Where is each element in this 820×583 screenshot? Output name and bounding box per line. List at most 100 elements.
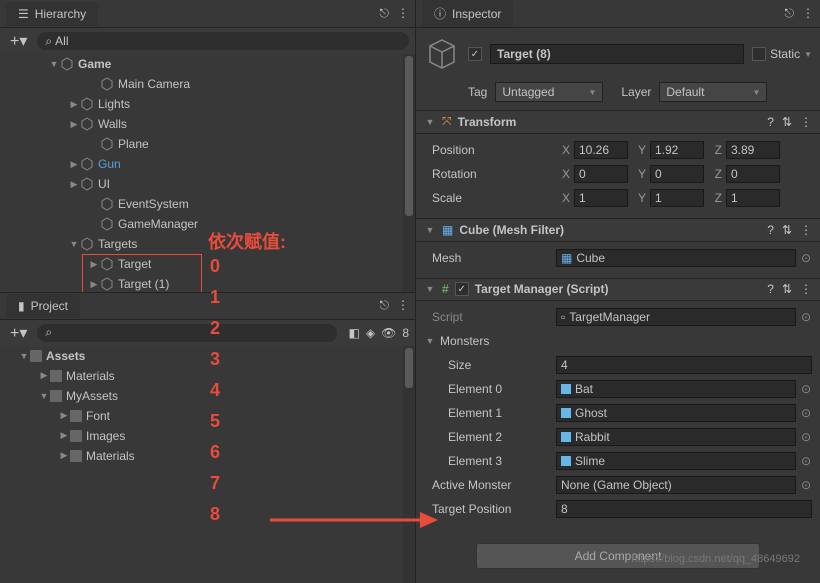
rotation-x-field[interactable]: 0	[574, 165, 628, 183]
object-picker-icon[interactable]: ⊙	[800, 310, 812, 324]
scale-x-field[interactable]: 1	[574, 189, 628, 207]
script-header[interactable]: ▼ # ✓ Target Manager (Script) ?⇅⋮	[416, 278, 820, 302]
hierarchy-item[interactable]: Plane	[0, 134, 415, 154]
foldout-icon[interactable]: ▶	[68, 99, 80, 110]
hierarchy-item[interactable]: GameManager	[0, 214, 415, 234]
tag-dropdown[interactable]: Untagged▼	[495, 82, 603, 102]
foldout-icon[interactable]: ▶	[58, 430, 70, 441]
preset-icon[interactable]: ⇅	[782, 282, 792, 296]
foldout-icon[interactable]: ▼	[68, 239, 80, 249]
project-tab[interactable]: ▮ Project	[6, 294, 80, 318]
hierarchy-item[interactable]: ▶UI	[0, 174, 415, 194]
hierarchy-item[interactable]: ▶Walls	[0, 114, 415, 134]
foldout-icon[interactable]: ▼	[424, 225, 436, 235]
object-picker-icon[interactable]: ⊙	[800, 454, 812, 468]
element-field[interactable]: Bat	[556, 380, 796, 398]
foldout-icon[interactable]: ▼	[18, 351, 30, 361]
rotation-y-field[interactable]: 0	[650, 165, 704, 183]
rotation-z-field[interactable]: 0	[726, 165, 780, 183]
menu-icon[interactable]: ⋮	[800, 282, 812, 296]
foldout-icon[interactable]: ▼	[48, 59, 60, 69]
foldout-icon[interactable]: ▶	[88, 279, 100, 290]
lock-icon[interactable]: ⎋	[785, 6, 795, 21]
object-picker-icon[interactable]: ⊙	[800, 406, 812, 420]
element-field[interactable]: Slime	[556, 452, 796, 470]
static-checkbox[interactable]	[752, 47, 766, 61]
position-y-field[interactable]: 1.92	[650, 141, 704, 159]
item-label: Gun	[98, 157, 121, 171]
item-label: Materials	[66, 369, 115, 383]
hierarchy-item[interactable]: ▶ Gun	[0, 154, 415, 174]
foldout-icon[interactable]: ▼	[424, 117, 436, 127]
project-item[interactable]: ▶Images	[0, 426, 415, 446]
project-title: Project	[31, 299, 68, 313]
foldout-icon[interactable]: ▶	[68, 119, 80, 130]
hierarchy-item[interactable]: ▼Game	[0, 54, 415, 74]
hierarchy-item[interactable]: ▶Target	[0, 254, 415, 274]
project-item[interactable]: ▼MyAssets	[0, 386, 415, 406]
foldout-icon[interactable]: ▼	[424, 284, 436, 294]
menu-icon[interactable]: ⋮	[397, 6, 409, 21]
active-checkbox[interactable]: ✓	[468, 47, 482, 61]
mesh-field[interactable]: ▦Cube	[556, 249, 796, 267]
help-icon[interactable]: ?	[767, 115, 774, 129]
foldout-icon[interactable]: ▶	[88, 259, 100, 270]
script-icon: #	[442, 282, 449, 296]
foldout-icon[interactable]: ▶	[58, 450, 70, 461]
filter-type-icon[interactable]: ◧	[349, 326, 360, 340]
target-position-field[interactable]: 8	[556, 500, 812, 518]
hierarchy-item[interactable]: ▶Target (1)	[0, 274, 415, 292]
foldout-icon[interactable]: ▼	[38, 391, 50, 401]
foldout-icon[interactable]: ▶	[68, 159, 80, 170]
lock-icon[interactable]: ⎋	[380, 6, 390, 21]
layer-dropdown[interactable]: Default▼	[659, 82, 767, 102]
lock-icon[interactable]: ⎋	[380, 298, 390, 313]
position-x-field[interactable]: 10.26	[574, 141, 628, 159]
help-icon[interactable]: ?	[767, 223, 774, 237]
size-field[interactable]: 4	[556, 356, 812, 374]
object-picker-icon[interactable]: ⊙	[800, 430, 812, 444]
hierarchy-item[interactable]: ▶Lights	[0, 94, 415, 114]
menu-icon[interactable]: ⋮	[397, 298, 409, 313]
create-button[interactable]: +▾	[6, 31, 31, 51]
menu-icon[interactable]: ⋮	[802, 6, 814, 21]
project-item[interactable]: ▶Font	[0, 406, 415, 426]
hierarchy-item[interactable]: EventSystem	[0, 194, 415, 214]
menu-icon[interactable]: ⋮	[800, 115, 812, 129]
scale-y-field[interactable]: 1	[650, 189, 704, 207]
scriptref-field: ▫TargetManager	[556, 308, 796, 326]
menu-icon[interactable]: ⋮	[800, 223, 812, 237]
element-field[interactable]: Rabbit	[556, 428, 796, 446]
filter-label-icon[interactable]: ◈	[366, 326, 375, 340]
element-field[interactable]: Ghost	[556, 404, 796, 422]
scale-z-field[interactable]: 1	[726, 189, 780, 207]
hidden-icon[interactable]: 👁	[381, 326, 396, 340]
preset-icon[interactable]: ⇅	[782, 115, 792, 129]
project-item[interactable]: ▶ Materials	[0, 366, 415, 386]
hierarchy-item[interactable]: Main Camera	[0, 74, 415, 94]
foldout-icon[interactable]: ▶	[38, 370, 50, 381]
object-picker-icon[interactable]: ⊙	[800, 382, 812, 396]
preset-icon[interactable]: ⇅	[782, 223, 792, 237]
hierarchy-item[interactable]: ▼Targets	[0, 234, 415, 254]
project-search[interactable]: ⌕	[37, 324, 336, 342]
position-z-field[interactable]: 3.89	[726, 141, 780, 159]
foldout-icon[interactable]: ▶	[68, 179, 80, 190]
name-field[interactable]: Target (8)	[490, 44, 744, 64]
meshfilter-header[interactable]: ▼ ▦ Cube (Mesh Filter) ?⇅⋮	[416, 218, 820, 242]
project-item[interactable]: ▼Assets	[0, 346, 415, 366]
script-enabled-checkbox[interactable]: ✓	[455, 282, 469, 296]
foldout-icon[interactable]: ▼	[424, 336, 436, 346]
help-icon[interactable]: ?	[767, 282, 774, 296]
element-label: Element 2	[424, 430, 552, 444]
transform-header[interactable]: ▼ ⤧ Transform ?⇅⋮	[416, 110, 820, 134]
foldout-icon[interactable]: ▶	[58, 410, 70, 421]
hierarchy-tab[interactable]: ☰ Hierarchy	[6, 2, 98, 26]
project-item[interactable]: ▶Materials	[0, 446, 415, 466]
inspector-tab[interactable]: ⓘ Inspector	[422, 0, 513, 27]
hierarchy-search[interactable]: ⌕ All	[37, 32, 409, 50]
create-button[interactable]: +▾	[6, 323, 31, 343]
object-picker-icon[interactable]: ⊙	[800, 478, 812, 492]
object-picker-icon[interactable]: ⊙	[800, 251, 812, 265]
active-monster-field[interactable]: None (Game Object)	[556, 476, 796, 494]
